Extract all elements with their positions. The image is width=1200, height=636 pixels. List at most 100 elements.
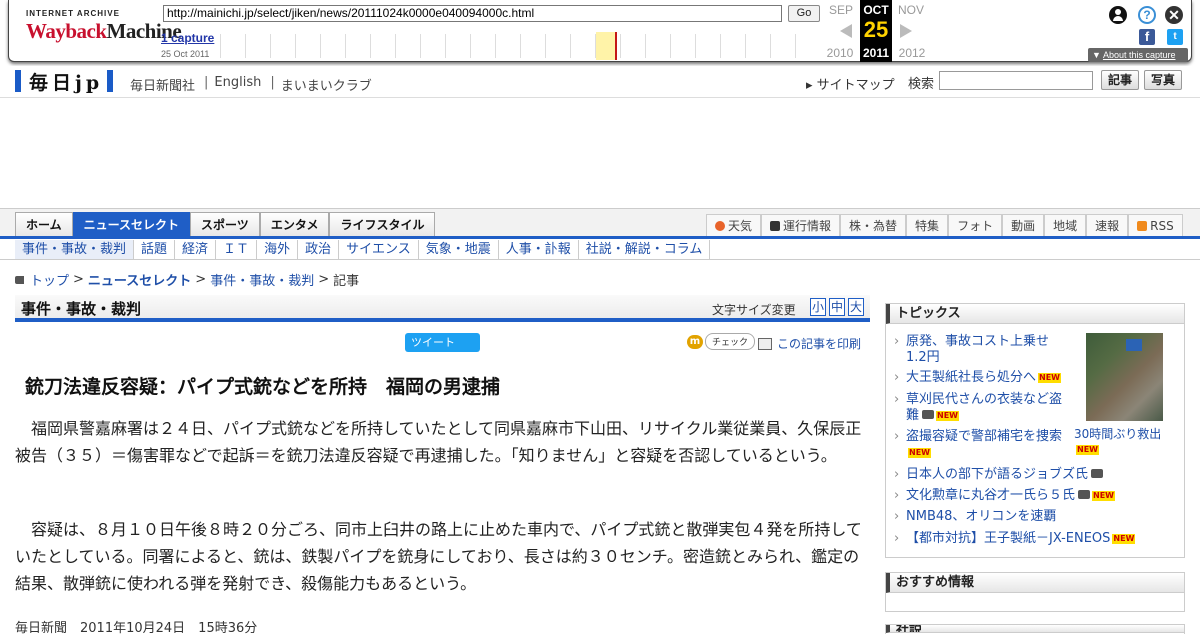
facebook-icon[interactable]: f — [1139, 29, 1155, 45]
topic-photo-caption[interactable]: 30時間ぶり救出 NEW — [1074, 425, 1161, 456]
tab-sports[interactable]: スポーツ — [190, 212, 260, 237]
topic-item[interactable]: 盗撮容疑で警部補宅を捜索 NEW — [894, 429, 1074, 461]
subnav-topics[interactable]: 話題 — [134, 240, 176, 259]
topic-item[interactable]: 文化勲章に丸谷才一氏ら５氏 NEW — [894, 488, 1164, 504]
captures-link[interactable]: 1 capture — [161, 31, 214, 45]
sparkline-capture-marker[interactable] — [615, 32, 617, 60]
tab-news-select[interactable]: ニュースセレクト — [72, 212, 191, 237]
subnav-politics[interactable]: 政治 — [298, 240, 340, 259]
tweet-button[interactable]: ツイート — [405, 333, 480, 352]
sparkline-tick — [345, 34, 346, 58]
wayback-logo[interactable]: INTERNET ARCHIVE WaybackMachine — [26, 9, 182, 51]
sparkline-tick — [745, 34, 746, 58]
next-month[interactable]: NOV — [896, 3, 926, 17]
close-icon[interactable]: ✕ — [1165, 6, 1183, 24]
header-link-maimai[interactable]: まいまいクラブ — [281, 75, 372, 94]
tab-lifestyle[interactable]: ライフスタイル — [329, 212, 436, 237]
topic-label: 文化勲章に丸谷才一氏ら５氏 — [906, 488, 1076, 503]
camera-icon — [1091, 469, 1104, 478]
sitemap-marker-icon: ▸ — [806, 78, 813, 93]
subnav-weather-quake[interactable]: 気象・地震 — [419, 240, 499, 259]
subnav-obituaries[interactable]: 人事・訃報 — [499, 240, 579, 259]
nav-rss[interactable]: RSS — [1128, 214, 1183, 236]
sparkline-tick — [620, 34, 621, 58]
sparkline-tick — [520, 34, 521, 58]
topic-label: NMB48、オリコンを速覇 — [906, 509, 1057, 524]
wayback-go-button[interactable]: Go — [788, 5, 820, 22]
sparkline-tick — [720, 34, 721, 58]
topic-item[interactable]: 【都市対抗】王子製紙－JX-ENEOSNEW — [894, 531, 1164, 547]
tab-home[interactable]: ホーム — [15, 212, 73, 237]
about-capture-button[interactable]: ▼ About this capture — [1088, 48, 1188, 62]
wayback-logo-wordmark: WaybackMachine — [26, 19, 182, 44]
subnav-science[interactable]: サイエンス — [339, 240, 419, 259]
printer-icon — [758, 337, 772, 350]
font-size-medium-button[interactable]: 中 — [829, 298, 845, 316]
header-link-mainichi[interactable]: 毎日新聞社 — [130, 75, 195, 94]
nav-breaking[interactable]: 速報 — [1086, 214, 1129, 236]
camera-icon — [922, 410, 935, 419]
next-year[interactable]: 2012 — [897, 46, 927, 60]
sparkline-tick — [395, 34, 396, 58]
topic-label: 大王製紙社長ら処分へ — [906, 370, 1037, 385]
font-size-large-button[interactable]: 大 — [848, 298, 864, 316]
capture-sparkline[interactable] — [220, 32, 820, 60]
search-articles-button[interactable]: 記事 — [1101, 70, 1139, 90]
header-link-separator: | — [270, 75, 275, 90]
nav-stocks[interactable]: 株・為替 — [840, 214, 907, 236]
twitter-icon[interactable]: t — [1167, 29, 1183, 45]
topic-item[interactable]: 原発、事故コスト上乗せ 1.2円 — [894, 334, 1074, 366]
sparkline-tick — [370, 34, 371, 58]
search-photos-button[interactable]: 写真 — [1144, 70, 1182, 90]
current-year: 2011 — [862, 46, 890, 60]
wayback-url-input[interactable]: http://mainichi.jp/select/jiken/news/201… — [163, 5, 782, 22]
subnav-economy[interactable]: 経済 — [175, 240, 217, 259]
breadcrumb-top[interactable]: トップ — [30, 270, 69, 289]
breadcrumb-crime[interactable]: 事件・事故・裁判 — [210, 270, 314, 289]
subnav-editorials[interactable]: 社説・解説・コラム — [579, 240, 711, 259]
sitemap-link[interactable]: ▸ サイトマップ — [806, 74, 895, 93]
section-title: 事件・事故・裁判 — [21, 300, 142, 318]
prev-capture-arrow-icon[interactable] — [840, 24, 852, 38]
topic-photo[interactable] — [1086, 333, 1163, 421]
print-label: この記事を印刷 — [777, 337, 862, 351]
breadcrumb-news-select[interactable]: ニュースセレクト — [88, 270, 191, 289]
topic-item[interactable]: 日本人の部下が語るジョブズ氏 — [894, 467, 1164, 483]
subnav-it[interactable]: ＩＴ — [216, 240, 258, 259]
breadcrumb-marker-icon — [15, 275, 24, 284]
header-link-english[interactable]: English — [214, 75, 261, 94]
breadcrumb-separator: > — [195, 272, 207, 287]
sparkline-tick — [245, 34, 246, 58]
prev-year[interactable]: 2010 — [825, 46, 855, 60]
new-badge: NEW — [1112, 534, 1136, 544]
nav-weather[interactable]: 天気 — [706, 214, 762, 236]
rss-icon — [1137, 220, 1148, 231]
sparkline-tick — [470, 34, 471, 58]
subnav-world[interactable]: 海外 — [257, 240, 299, 259]
breadcrumb: トップ > ニュースセレクト > 事件・事故・裁判 > 記事 — [15, 270, 359, 289]
sparkline-tick — [270, 34, 271, 58]
user-icon[interactable] — [1109, 6, 1127, 24]
mixi-check-button[interactable]: m チェック — [687, 333, 756, 350]
print-article-link[interactable]: この記事を印刷 — [758, 335, 861, 352]
nav-traffic[interactable]: 運行情報 — [761, 214, 841, 236]
topic-item[interactable]: NMB48、オリコンを速覇 — [894, 509, 1164, 525]
nav-features[interactable]: 特集 — [906, 214, 949, 236]
font-size-small-button[interactable]: 小 — [810, 298, 826, 316]
site-logo[interactable]: 毎日jp — [15, 70, 114, 94]
tab-entertainment[interactable]: エンタメ — [259, 212, 330, 237]
nav-region[interactable]: 地域 — [1044, 214, 1087, 236]
subnav-crime[interactable]: 事件・事故・裁判 — [15, 240, 135, 259]
topic-item[interactable]: 大王製紙社長ら処分へNEW — [894, 370, 1074, 386]
topic-item[interactable]: 草刈民代さんの衣装など盗難NEW — [894, 392, 1074, 424]
nav-video[interactable]: 動画 — [1002, 214, 1045, 236]
sparkline-tick — [545, 34, 546, 58]
next-capture-arrow-icon[interactable] — [900, 24, 912, 38]
about-capture-label: About this capture — [1102, 50, 1176, 60]
search-input[interactable] — [939, 71, 1093, 90]
mixi-icon: m — [687, 334, 703, 349]
nav-utility-tabs: 天気 運行情報 株・為替 特集 フォト 動画 地域 速報 RSS — [706, 214, 1183, 236]
prev-month[interactable]: SEP — [826, 3, 856, 17]
help-icon[interactable]: ? — [1138, 6, 1156, 24]
nav-photo[interactable]: フォト — [948, 214, 1003, 236]
